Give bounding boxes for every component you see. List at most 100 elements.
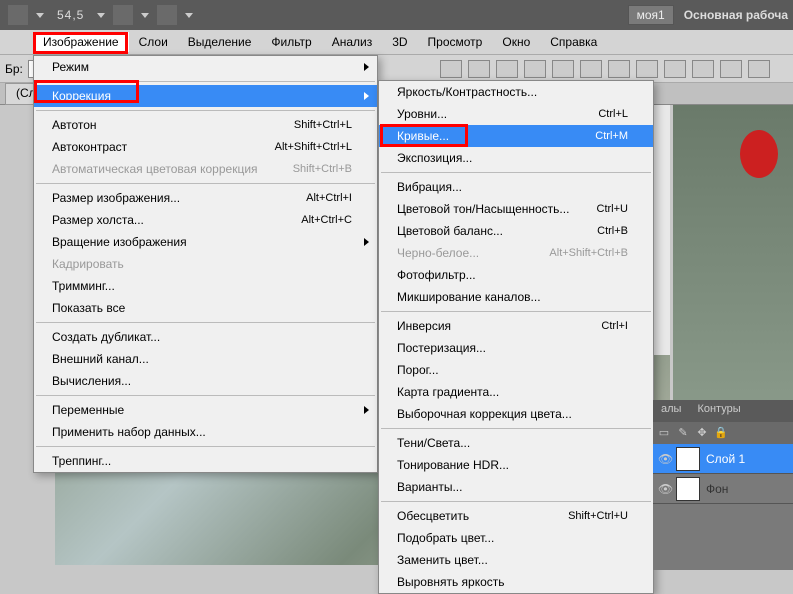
menu-item[interactable]: Яркость/Контрастность... xyxy=(379,81,653,103)
align-icon[interactable] xyxy=(636,60,658,78)
menu-item[interactable]: Коррекция xyxy=(34,85,377,107)
menu-item-label: Выровнять яркость xyxy=(397,575,505,589)
align-icon[interactable] xyxy=(524,60,546,78)
menu-item[interactable]: Микширование каналов... xyxy=(379,286,653,308)
view-icon[interactable] xyxy=(113,5,133,25)
panel-icon[interactable]: ▭ xyxy=(656,425,672,441)
panel-tab[interactable]: алы xyxy=(653,400,689,422)
menu-item-label: Тримминг... xyxy=(52,279,115,293)
menu-item[interactable]: Цветовой баланс...Ctrl+B xyxy=(379,220,653,242)
screen-icon[interactable] xyxy=(157,5,177,25)
menu-item-label: Размер изображения... xyxy=(52,191,180,205)
layer-row[interactable]: 👁Фон xyxy=(653,474,793,504)
separator xyxy=(381,501,651,502)
menu-item[interactable]: Выровнять яркость xyxy=(379,571,653,593)
align-icon[interactable] xyxy=(580,60,602,78)
menu-item[interactable]: ОбесцветитьShift+Ctrl+U xyxy=(379,505,653,527)
menu-item-label: Постеризация... xyxy=(397,341,486,355)
menu-анализ[interactable]: Анализ xyxy=(322,32,383,52)
align-icon[interactable] xyxy=(664,60,686,78)
menu-item[interactable]: Внешний канал... xyxy=(34,348,377,370)
layers-panel: алы Контуры ▭ ✎ ✥ 🔒 👁 Слой 1 👁Фон xyxy=(653,400,793,570)
dropdown-icon[interactable] xyxy=(97,13,105,18)
menu-item[interactable]: Уровни...Ctrl+L xyxy=(379,103,653,125)
menu-item[interactable]: Заменить цвет... xyxy=(379,549,653,571)
workspace-button[interactable]: моя1 xyxy=(628,5,674,25)
dropdown-icon[interactable] xyxy=(185,13,193,18)
menu-окно[interactable]: Окно xyxy=(492,32,540,52)
menu-item[interactable]: Кривые...Ctrl+M xyxy=(379,125,653,147)
menu-item[interactable]: Цветовой тон/Насыщенность...Ctrl+U xyxy=(379,198,653,220)
align-icon[interactable] xyxy=(692,60,714,78)
menu-bar: ИзображениеСлоиВыделениеФильтрАнализ3DПр… xyxy=(0,30,793,55)
align-icon[interactable] xyxy=(440,60,462,78)
align-icon[interactable] xyxy=(720,60,742,78)
separator xyxy=(36,110,375,111)
menu-item[interactable]: АвтоконтрастAlt+Shift+Ctrl+L xyxy=(34,136,377,158)
menu-item: Кадрировать xyxy=(34,253,377,275)
menu-item-label: Экспозиция... xyxy=(397,151,472,165)
zoom-value[interactable]: 54,5 xyxy=(57,8,84,22)
top-toolbar: 54,5 моя1 Основная рабоча xyxy=(0,0,793,30)
layer-row[interactable]: 👁 Слой 1 xyxy=(653,444,793,474)
menu-3d[interactable]: 3D xyxy=(382,32,417,52)
menu-item[interactable]: Вращение изображения xyxy=(34,231,377,253)
menu-item[interactable]: Тримминг... xyxy=(34,275,377,297)
menu-item[interactable]: Размер холста...Alt+Ctrl+C xyxy=(34,209,377,231)
menu-item-label: Обесцветить xyxy=(397,509,469,523)
menu-item[interactable]: Порог... xyxy=(379,359,653,381)
menu-item[interactable]: Фотофильтр... xyxy=(379,264,653,286)
menu-слои[interactable]: Слои xyxy=(129,32,178,52)
panel-icon[interactable]: ✥ xyxy=(694,425,710,441)
menu-выделение[interactable]: Выделение xyxy=(178,32,262,52)
menu-item[interactable]: Размер изображения...Alt+Ctrl+I xyxy=(34,187,377,209)
menu-item[interactable]: Подобрать цвет... xyxy=(379,527,653,549)
align-icon[interactable] xyxy=(496,60,518,78)
menu-item-label: Карта градиента... xyxy=(397,385,499,399)
menu-изображение[interactable]: Изображение xyxy=(33,32,129,52)
align-icon[interactable] xyxy=(552,60,574,78)
menu-item[interactable]: Применить набор данных... xyxy=(34,421,377,443)
visibility-icon[interactable]: 👁 xyxy=(658,482,672,496)
menu-item[interactable]: Постеризация... xyxy=(379,337,653,359)
menu-item[interactable]: Создать дубликат... xyxy=(34,326,377,348)
align-icon[interactable] xyxy=(748,60,770,78)
menu-item-label: Тонирование HDR... xyxy=(397,458,509,472)
menu-item[interactable]: Тонирование HDR... xyxy=(379,454,653,476)
dropdown-icon[interactable] xyxy=(36,13,44,18)
menu-item-label: Черно-белое... xyxy=(397,246,479,260)
layer-name: Слой 1 xyxy=(706,452,745,466)
menu-item[interactable]: Вычисления... xyxy=(34,370,377,392)
menu-просмотр[interactable]: Просмотр xyxy=(418,32,493,52)
shortcut: Ctrl+U xyxy=(597,203,628,215)
menu-item[interactable]: Вибрация... xyxy=(379,176,653,198)
separator xyxy=(36,81,375,82)
menu-item[interactable]: Переменные xyxy=(34,399,377,421)
menu-item[interactable]: Варианты... xyxy=(379,476,653,498)
menu-item[interactable]: Карта градиента... xyxy=(379,381,653,403)
menu-item[interactable]: ИнверсияCtrl+I xyxy=(379,315,653,337)
menu-item[interactable]: Режим xyxy=(34,56,377,78)
menu-item[interactable]: АвтотонShift+Ctrl+L xyxy=(34,114,377,136)
balloon-graphic xyxy=(740,130,778,178)
menu-item[interactable]: Экспозиция... xyxy=(379,147,653,169)
menu-фильтр[interactable]: Фильтр xyxy=(261,32,321,52)
panel-icon[interactable]: ✎ xyxy=(675,425,691,441)
adjustments-submenu: Яркость/Контрастность...Уровни...Ctrl+LК… xyxy=(378,80,654,594)
layer-thumb xyxy=(676,477,700,501)
photo-bg xyxy=(673,105,793,415)
menu-item[interactable]: Выборочная коррекция цвета... xyxy=(379,403,653,425)
dropdown-icon[interactable] xyxy=(141,13,149,18)
panel-icon[interactable]: 🔒 xyxy=(713,425,729,441)
menu-item[interactable]: Показать все xyxy=(34,297,377,319)
menu-item[interactable]: Тени/Света... xyxy=(379,432,653,454)
menu-item[interactable]: Треппинг... xyxy=(34,450,377,472)
app-icon[interactable] xyxy=(8,5,28,25)
align-icon[interactable] xyxy=(608,60,630,78)
menu-item-label: Коррекция xyxy=(52,89,111,103)
panel-tab[interactable]: Контуры xyxy=(689,400,748,422)
align-icon[interactable] xyxy=(468,60,490,78)
menu-item-label: Вычисления... xyxy=(52,374,131,388)
menu-справка[interactable]: Справка xyxy=(540,32,607,52)
visibility-icon[interactable]: 👁 xyxy=(658,452,672,466)
